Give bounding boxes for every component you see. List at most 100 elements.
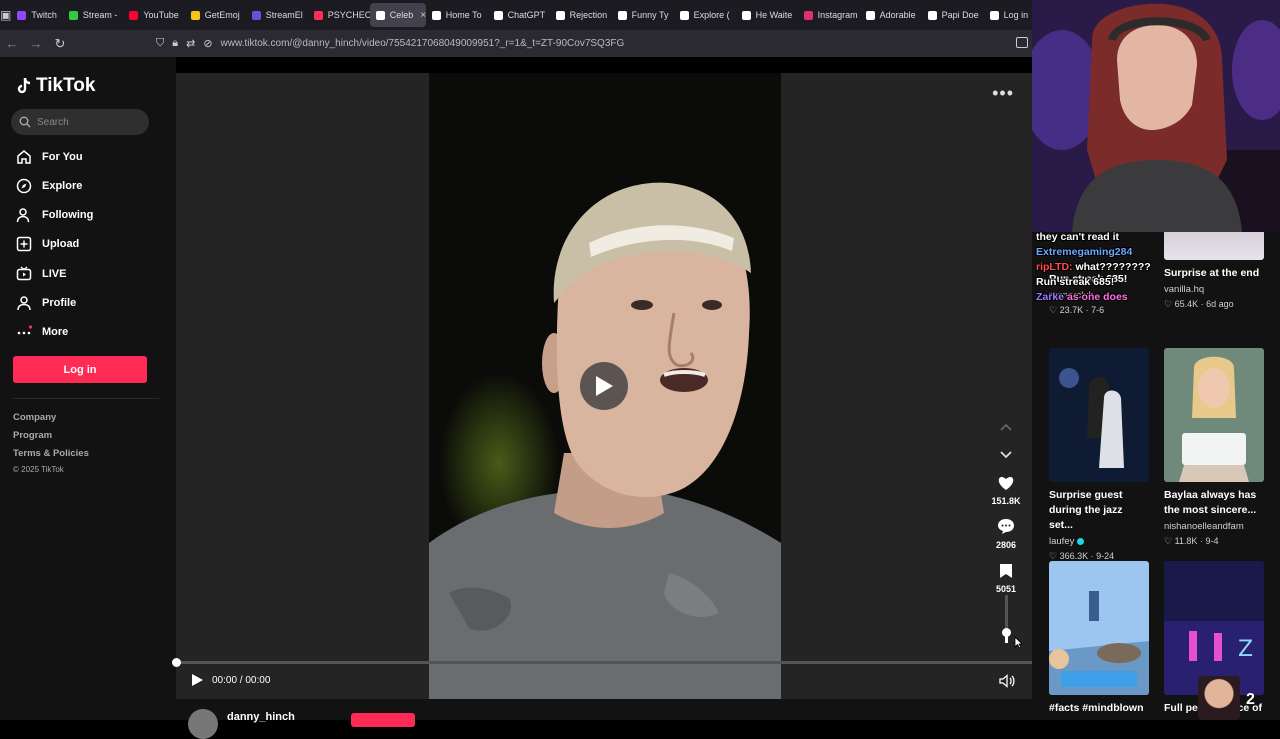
tab-label: Explore ( (693, 10, 730, 20)
card-thumbnail[interactable] (1049, 348, 1149, 482)
tracking-icon[interactable]: ⊘ (203, 37, 212, 50)
tab-favicon-icon (927, 10, 937, 20)
time-display: 00:00 / 00:00 (212, 674, 271, 686)
nav-upload[interactable]: Upload (16, 234, 79, 254)
volume-icon[interactable] (999, 674, 1015, 688)
card-thumbnail[interactable] (1164, 348, 1264, 482)
stream-chat-overlay: they can't read it Extremegaming284 ripL… (1036, 231, 1266, 306)
browser-tab[interactable]: ChatGPT (488, 0, 550, 30)
picture-in-picture-icon[interactable] (1016, 37, 1028, 48)
author-avatar[interactable] (188, 709, 218, 739)
permissions-icon[interactable]: ⇄ (186, 37, 195, 50)
footer-program[interactable]: Program (13, 430, 52, 441)
follow-button[interactable] (351, 713, 415, 727)
nav-live[interactable]: LIVE (16, 264, 66, 284)
tiktok-note-icon (17, 77, 31, 94)
recommended-card[interactable]: Baylaa always has the most sincere... ni… (1164, 348, 1264, 547)
comment-button[interactable]: 2806 (986, 518, 1026, 550)
tab-label: He Waite (755, 10, 793, 20)
tab-label: Twitch (31, 10, 57, 20)
tab-label: Stream - (82, 10, 118, 20)
search-input[interactable] (37, 116, 137, 128)
browser-tab[interactable]: GetEmoj (185, 0, 246, 30)
nav-label: More (42, 326, 69, 338)
footer-terms[interactable]: Terms & Policies (13, 448, 89, 459)
tab-label: Home To (445, 10, 482, 20)
tab-favicon-icon (68, 10, 78, 20)
scroll-up-button[interactable] (986, 418, 1026, 436)
browser-tab[interactable]: Celeb × (369, 3, 426, 27)
card-thumbnail[interactable] (1049, 561, 1149, 695)
reload-icon[interactable]: ↻ (48, 36, 72, 52)
progress-knob[interactable] (172, 658, 181, 667)
tab-favicon-icon (679, 10, 689, 20)
browser-tab[interactable]: Papi Doe (922, 0, 984, 30)
more-options-icon[interactable]: ••• (992, 83, 1014, 104)
tab-favicon-icon (431, 10, 441, 20)
nav-profile[interactable]: Profile (16, 293, 76, 313)
chat-message: ripLTD: what???????? (1036, 261, 1151, 273)
browser-tab[interactable]: Stream - (63, 0, 124, 30)
browser-tab[interactable]: StreamEl (246, 0, 308, 30)
chevron-up-icon (1000, 423, 1012, 431)
tab-favicon-icon (617, 10, 627, 20)
tab-favicon-icon (555, 10, 565, 20)
more-dots-icon (16, 324, 32, 340)
browser-tab[interactable]: Explore ( (674, 0, 736, 30)
nav-following[interactable]: Following (16, 205, 93, 225)
play-overlay-button[interactable] (580, 362, 628, 410)
browser-tab[interactable]: Instagram (798, 0, 860, 30)
shield-icon[interactable]: ⛉ (156, 37, 164, 50)
url-text[interactable]: www.tiktok.com/@danny_hinch/video/755421… (221, 38, 625, 49)
card-meta: ♡ 23.7K · 7-6 (1049, 305, 1105, 315)
author-username[interactable]: danny_hinch (227, 711, 295, 723)
browser-tab[interactable]: Adorable (860, 0, 922, 30)
nav-label: Following (42, 209, 94, 221)
tab-favicon-icon (375, 10, 385, 20)
streamer-webcam (1032, 0, 1280, 232)
search-box[interactable] (11, 109, 149, 135)
nav-more[interactable]: More (16, 322, 68, 342)
browser-tab[interactable]: Rejection (550, 0, 612, 30)
tab-label: StreamEl (265, 10, 303, 20)
play-icon[interactable] (190, 673, 204, 687)
video-player[interactable]: ••• 151.8K 2806 5051 00:00 / 00:00 (172, 57, 1032, 699)
tab-label: Funny Ty (631, 10, 669, 20)
heart-icon (998, 477, 1014, 490)
nav-explore[interactable]: Explore (16, 176, 82, 196)
progress-bar[interactable] (172, 658, 1032, 667)
lock-icon[interactable]: 🔒︎ (172, 37, 178, 50)
recommended-card[interactable]: #facts #mindblown (1049, 561, 1149, 716)
author-bar: danny_hinch (176, 699, 1032, 739)
browser-tab[interactable]: PSYCHEC (308, 0, 370, 30)
chat-message: they can't read it (1036, 231, 1120, 243)
nav-label: For You (42, 151, 83, 163)
login-button[interactable]: Log in (13, 356, 147, 383)
forward-icon[interactable]: → (24, 36, 48, 51)
address-bar: ← → ↻ ⛉ 🔒︎ ⇄ ⊘ www.tiktok.com/@danny_hin… (0, 30, 1032, 57)
logo-text: TikTok (36, 75, 96, 96)
footer-company[interactable]: Company (13, 412, 56, 423)
browser-tab[interactable]: He Waite (736, 0, 798, 30)
tiktok-logo[interactable]: TikTok (16, 75, 95, 97)
back-icon[interactable]: ← (0, 36, 24, 51)
tab-list-icon[interactable]: ▣ (0, 0, 11, 30)
volume-knob[interactable] (1002, 628, 1011, 638)
nav-for-you[interactable]: For You (16, 147, 83, 167)
tab-label: Adorable (879, 10, 916, 20)
browser-tab[interactable]: Home To (426, 0, 488, 30)
card-author: nishanoelleandfam (1164, 521, 1244, 532)
browser-tab[interactable]: Funny Ty (612, 0, 674, 30)
save-button[interactable]: 5051 (986, 563, 1026, 594)
browser-tab[interactable]: Log in (984, 0, 1032, 30)
card-meta: ♡ 11.8K · 9-4 (1164, 536, 1219, 546)
tab-label: Celeb (389, 10, 414, 20)
recommended-card[interactable]: Surprise guest during the jazz set... la… (1049, 348, 1149, 562)
browser-tab[interactable]: YouTube (123, 0, 184, 30)
browser-tab[interactable]: Twitch (11, 0, 63, 30)
browser-tab-strip: ▣ Twitch Stream - YouTube GetEmoj StreamEl PS… (0, 0, 1032, 30)
volume-slider[interactable] (1002, 595, 1011, 643)
like-button[interactable]: 151.8K (986, 475, 1026, 506)
card-thumbnail[interactable]: Z (1164, 561, 1264, 695)
scroll-down-button[interactable] (986, 446, 1026, 464)
